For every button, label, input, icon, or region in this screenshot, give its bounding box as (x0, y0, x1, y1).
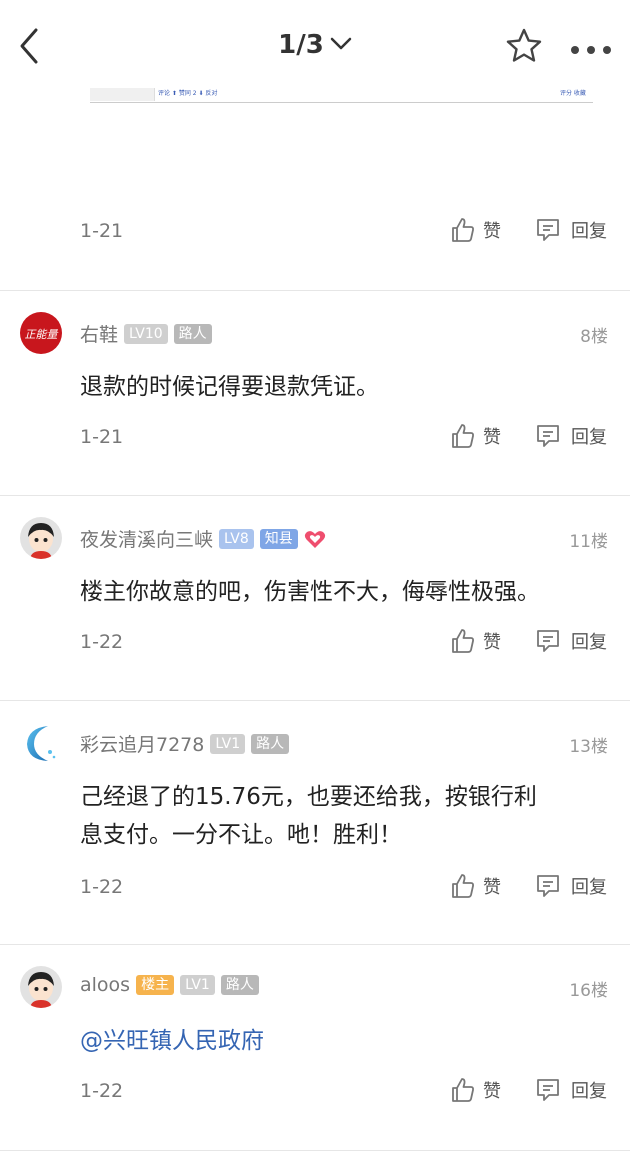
floor-number: 11楼 (569, 532, 608, 552)
chevron-down-icon (330, 37, 352, 49)
more-icon[interactable] (570, 40, 612, 59)
page-indicator-text: 1/3 (278, 30, 324, 60)
post-meta-row: 1-22 赞 回复 (0, 1072, 630, 1112)
reply-button[interactable]: 回复 (535, 868, 607, 904)
divider (0, 944, 630, 945)
reply-label: 回复 (571, 1081, 607, 1102)
host-badge: 楼主 (136, 975, 175, 995)
post-content-line: 己经退了的15.76元，也要还给我，按银行利 (80, 784, 537, 810)
user-info: 夜发清溪向三峡 LV8 知县 (80, 525, 326, 552)
like-button[interactable]: 赞 (451, 212, 501, 248)
like-label: 赞 (483, 632, 501, 653)
reply-button[interactable]: 回复 (535, 623, 607, 659)
post-date: 1-22 (80, 876, 124, 898)
reply-label: 回复 (571, 221, 607, 242)
level-badge: LV1 (210, 733, 246, 754)
reply-label: 回复 (571, 877, 607, 898)
top-bar: 1/3 (0, 0, 630, 88)
reply-icon (537, 425, 559, 447)
divider (0, 700, 630, 701)
thumbs-up-icon (452, 424, 474, 448)
thumbs-up-icon (452, 1078, 474, 1102)
reply-icon (537, 630, 559, 652)
thumbs-up-icon (452, 218, 474, 242)
post-floor-16: aloos 楼主 LV1 路人 16楼 @兴旺镇人民政府 1-22 赞 回复 (0, 946, 630, 1156)
post-date: 1-22 (80, 1080, 124, 1102)
divider (0, 1150, 630, 1151)
post-meta-row: 1-22 赞 回复 (0, 868, 630, 908)
embedded-image-strip: 评论 ⬆ 赞同 2 ⬇ 反对 评分 收藏 (90, 86, 593, 103)
post-floor-8: 正能量 右鞋 LV10 路人 8楼 退款的时候记得要退款凭证。 1-21 赞 回… (0, 292, 630, 494)
reply-button[interactable]: 回复 (535, 418, 607, 454)
avatar[interactable]: 正能量 (20, 312, 62, 354)
post-content: 退款的时候记得要退款凭证。 (80, 374, 379, 400)
role-badge: 知县 (259, 528, 298, 549)
floor-number: 16楼 (569, 981, 608, 1001)
reply-icon (537, 875, 559, 897)
user-info: 右鞋 LV10 路人 (80, 320, 212, 347)
avatar[interactable] (20, 517, 62, 559)
like-button[interactable]: 赞 (451, 868, 501, 904)
embedded-image-text-right: 评分 收藏 (560, 90, 586, 97)
post-meta-row: 1-21 赞 回复 (0, 212, 630, 252)
post-date: 1-22 (80, 631, 124, 653)
embedded-image-gray-block (90, 86, 155, 101)
mention-link[interactable]: @兴旺镇人民政府 (80, 1022, 590, 1060)
like-button[interactable]: 赞 (451, 1072, 501, 1108)
username[interactable]: 夜发清溪向三峡 (80, 525, 213, 552)
post-floor-13: 彩云追月7278 LV1 路人 13楼 己经退了的15.76元，也要还给我，按银… (0, 702, 630, 942)
divider (0, 290, 630, 291)
username[interactable]: 右鞋 (80, 320, 118, 347)
embedded-image-text-left: 评论 ⬆ 赞同 2 ⬇ 反对 (158, 90, 218, 97)
post-content: 楼主你故意的吧，伤害性不大，侮辱性极强。 (80, 579, 540, 605)
level-badge: LV10 (124, 323, 168, 344)
post-floor-11: 夜发清溪向三峡 LV8 知县 11楼 楼主你故意的吧，伤害性不大，侮辱性极强。 … (0, 497, 630, 699)
thumbs-up-icon (452, 874, 474, 898)
reply-icon (537, 219, 559, 241)
like-label: 赞 (483, 1081, 501, 1102)
thumbs-up-icon (452, 629, 474, 653)
divider (0, 495, 630, 496)
user-info: 彩云追月7278 LV1 路人 (80, 730, 290, 757)
like-label: 赞 (483, 427, 501, 448)
post-date: 1-21 (80, 426, 124, 448)
avatar[interactable] (20, 722, 62, 764)
like-label: 赞 (483, 877, 501, 898)
post-content-line: 息支付。一分不让。吔！胜利！ (80, 822, 402, 848)
username[interactable]: 彩云追月7278 (80, 730, 204, 757)
like-button[interactable]: 赞 (451, 418, 501, 454)
role-badge: 路人 (220, 975, 259, 995)
floor-number: 8楼 (580, 327, 608, 347)
role-badge: 路人 (251, 733, 290, 754)
level-badge: LV1 (180, 975, 215, 995)
reply-icon (537, 1079, 559, 1101)
level-badge: LV8 (219, 528, 254, 549)
star-icon[interactable] (505, 27, 543, 69)
avatar[interactable] (20, 966, 62, 1008)
reply-label: 回复 (571, 632, 607, 653)
reply-button[interactable]: 回复 (535, 212, 607, 248)
post-date: 1-21 (80, 220, 124, 242)
post-content: 己经退了的15.76元，也要还给我，按银行利 息支付。一分不让。吔！胜利！ (80, 778, 590, 854)
heart-icon (304, 530, 325, 548)
reply-label: 回复 (571, 427, 607, 448)
post-meta-row: 1-21 赞 回复 (0, 418, 630, 458)
username[interactable]: aloos (80, 974, 130, 996)
like-label: 赞 (483, 221, 501, 242)
reply-button[interactable]: 回复 (535, 1072, 607, 1108)
post-meta-row: 1-22 赞 回复 (0, 623, 630, 663)
floor-number: 13楼 (569, 737, 608, 757)
like-button[interactable]: 赞 (451, 623, 501, 659)
svg-text:正能量: 正能量 (25, 328, 59, 341)
user-info: aloos 楼主 LV1 路人 (80, 974, 259, 996)
role-badge: 路人 (173, 323, 212, 344)
